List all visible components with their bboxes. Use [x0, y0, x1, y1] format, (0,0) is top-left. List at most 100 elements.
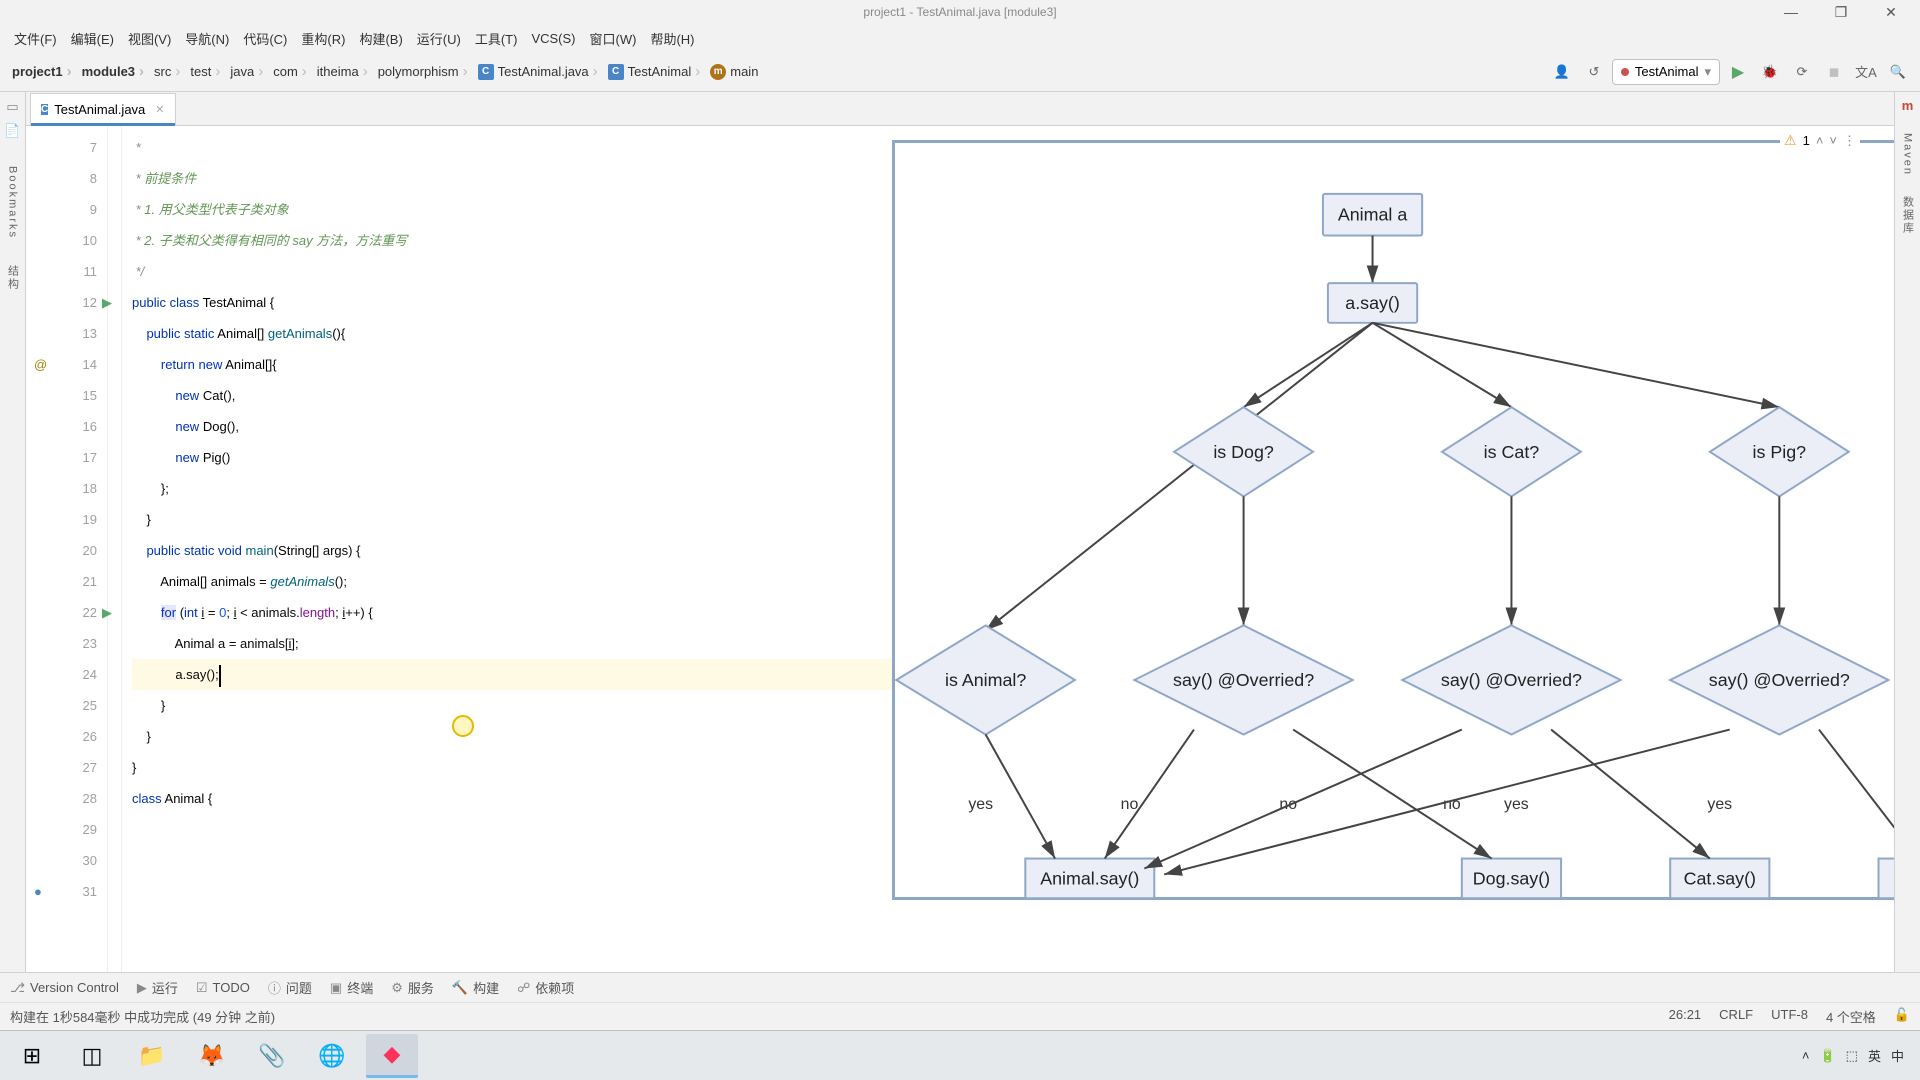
- right-tool-strip[interactable]: m Maven 数据库: [1894, 92, 1920, 972]
- code-editor[interactable]: * * 前提条件 * 1. 用父类型代表子类对象 * 2. 子类和父类得有相同的…: [122, 126, 1894, 972]
- debug-button[interactable]: 🐞: [1756, 58, 1784, 86]
- intellij-icon[interactable]: ◆: [366, 1034, 418, 1078]
- svg-text:Pig.say(): Pig.say(): [1893, 868, 1894, 888]
- class-icon: C: [608, 64, 624, 80]
- bottom-tab[interactable]: ▣终端: [330, 978, 373, 997]
- run-config-label: TestAnimal: [1635, 64, 1699, 79]
- menu-item[interactable]: 构建(B): [353, 27, 408, 50]
- bottom-tab[interactable]: ☑TODO: [196, 980, 250, 996]
- ime-zh[interactable]: 中: [1891, 1046, 1904, 1065]
- breadcrumb-item[interactable]: CTestAnimal›: [604, 61, 705, 82]
- sync-icon[interactable]: ↺: [1580, 58, 1608, 86]
- svg-text:say() @Overried?: say() @Overried?: [1173, 670, 1314, 690]
- locate-icon[interactable]: 文A: [1852, 58, 1880, 86]
- menu-item[interactable]: 文件(F): [8, 27, 63, 50]
- svg-text:yes: yes: [968, 796, 993, 813]
- structure-tool[interactable]: 结构: [5, 265, 21, 291]
- office-icon[interactable]: 📎: [246, 1034, 298, 1078]
- breadcrumb-item[interactable]: com›: [269, 61, 311, 82]
- menu-item[interactable]: 视图(V): [122, 27, 177, 50]
- menu-item[interactable]: 运行(U): [411, 27, 467, 50]
- breadcrumb-item[interactable]: project1›: [8, 61, 76, 82]
- breadcrumb-item[interactable]: test›: [186, 61, 224, 82]
- java-icon: C: [41, 104, 48, 115]
- main-area: ▭ 📄 Bookmarks 结构 C TestAnimal.java ✕ ⚠ 1…: [0, 92, 1920, 972]
- maximize-button[interactable]: ❐: [1816, 0, 1866, 24]
- more-icon[interactable]: ⋮: [1843, 133, 1856, 149]
- menu-item[interactable]: 重构(R): [295, 27, 351, 50]
- menu-item[interactable]: 导航(N): [179, 27, 235, 50]
- maven-icon[interactable]: m: [1902, 98, 1914, 113]
- stop-button[interactable]: ◼: [1820, 58, 1848, 86]
- os-taskbar[interactable]: ⊞ ◫ 📁 🦊 📎 🌐 ◆ ˄ 🔋 ⬚ 英 中: [0, 1030, 1920, 1080]
- close-icon[interactable]: ✕: [155, 103, 164, 116]
- breadcrumb-item[interactable]: polymorphism›: [374, 61, 472, 82]
- menu-item[interactable]: 工具(T): [469, 27, 524, 50]
- window-title: project1 - TestAnimal.java [module3]: [863, 5, 1056, 19]
- tab-label: TestAnimal.java: [54, 102, 145, 117]
- readonly-icon[interactable]: 🔓: [1894, 1007, 1910, 1026]
- caret-position[interactable]: 26:21: [1669, 1007, 1702, 1026]
- bottom-tool-bar: ⎇Version Control ▶运行 ☑TODO ⓘ问题 ▣终端 ⚙服务 🔨构建 ☍依赖项: [0, 972, 1920, 1002]
- fold-gutter[interactable]: [108, 126, 122, 972]
- java-icon: C: [478, 64, 494, 80]
- svg-text:Animal.say(): Animal.say(): [1040, 868, 1139, 888]
- bottom-tab[interactable]: ☍依赖项: [517, 978, 574, 997]
- firefox-icon[interactable]: 🦊: [186, 1034, 238, 1078]
- coverage-button[interactable]: ⟳: [1788, 58, 1816, 86]
- chevron-down-icon[interactable]: ˅: [1829, 133, 1837, 148]
- chevron-up-icon[interactable]: ˄: [1816, 133, 1824, 148]
- menu-item[interactable]: 窗口(W): [584, 27, 643, 50]
- left-tool-strip[interactable]: ▭ 📄 Bookmarks 结构: [0, 92, 26, 972]
- bottom-tab[interactable]: ▶运行: [137, 978, 178, 997]
- menu-item[interactable]: 代码(C): [237, 27, 293, 50]
- maven-tool[interactable]: Maven: [1902, 133, 1914, 176]
- search-icon[interactable]: 🔍: [1884, 58, 1912, 86]
- breadcrumbs: project1›module3›src›test›java›com›ithei…: [8, 61, 762, 82]
- line-separator[interactable]: CRLF: [1719, 1007, 1753, 1026]
- tab-testanimal[interactable]: C TestAnimal.java ✕: [30, 93, 176, 125]
- system-tray[interactable]: ˄ 🔋 ⬚ 英 中: [1802, 1046, 1914, 1065]
- line-gutter[interactable]: 789101112▶13@141516171819202122▶23242526…: [26, 126, 108, 972]
- breadcrumb-item[interactable]: src›: [150, 61, 184, 82]
- bottom-tab[interactable]: ⓘ问题: [268, 978, 312, 997]
- svg-text:Cat.say(): Cat.say(): [1684, 868, 1756, 888]
- bottom-tab[interactable]: 🔨构建: [452, 978, 499, 997]
- close-button[interactable]: ✕: [1866, 0, 1916, 24]
- breadcrumb-item[interactable]: mmain: [706, 62, 762, 82]
- indent-setting[interactable]: 4 个空格: [1826, 1007, 1876, 1026]
- file-icon[interactable]: 📄: [4, 122, 22, 140]
- editor-body[interactable]: ⚠ 1 ˄ ˅ ⋮ 789101112▶13@14151617181920212…: [26, 126, 1894, 972]
- start-button[interactable]: ⊞: [6, 1034, 58, 1078]
- breadcrumb-item[interactable]: CTestAnimal.java›: [474, 61, 602, 82]
- breadcrumb-item[interactable]: java›: [226, 61, 267, 82]
- add-user-icon[interactable]: 👤: [1548, 58, 1576, 86]
- bottom-tab[interactable]: ⎇Version Control: [10, 980, 119, 996]
- svg-text:Animal a: Animal a: [1338, 205, 1407, 225]
- database-tool[interactable]: 数据库: [1900, 196, 1916, 235]
- task-view[interactable]: ◫: [66, 1034, 118, 1078]
- breadcrumb-item[interactable]: module3›: [78, 61, 148, 82]
- menu-item[interactable]: 编辑(E): [65, 27, 120, 50]
- menu-item[interactable]: 帮助(H): [644, 27, 700, 50]
- inspection-widget[interactable]: ⚠ 1 ˄ ˅ ⋮: [1780, 130, 1860, 151]
- minimize-button[interactable]: ―: [1766, 0, 1816, 24]
- network-icon[interactable]: ⬚: [1846, 1048, 1858, 1064]
- file-encoding[interactable]: UTF-8: [1771, 1007, 1808, 1026]
- project-icon[interactable]: ▭: [4, 98, 22, 116]
- svg-text:say() @Overried?: say() @Overried?: [1441, 670, 1582, 690]
- edge-icon[interactable]: 🌐: [306, 1034, 358, 1078]
- chevron-up-icon[interactable]: ˄: [1802, 1048, 1810, 1063]
- svg-text:is Pig?: is Pig?: [1753, 442, 1807, 462]
- run-config-selector[interactable]: TestAnimal▾: [1612, 59, 1720, 85]
- explorer-icon[interactable]: 📁: [126, 1034, 178, 1078]
- breadcrumb-item[interactable]: itheima›: [313, 61, 372, 82]
- ime-en[interactable]: 英: [1868, 1046, 1881, 1065]
- battery-icon[interactable]: 🔋: [1819, 1048, 1835, 1064]
- menu-item[interactable]: VCS(S): [525, 29, 581, 48]
- run-button[interactable]: ▶: [1724, 58, 1752, 86]
- svg-text:is Dog?: is Dog?: [1213, 442, 1274, 462]
- title-bar: project1 - TestAnimal.java [module3] ― ❐…: [0, 0, 1920, 24]
- bookmarks-tool[interactable]: Bookmarks: [7, 166, 19, 239]
- bottom-tab[interactable]: ⚙服务: [391, 978, 434, 997]
